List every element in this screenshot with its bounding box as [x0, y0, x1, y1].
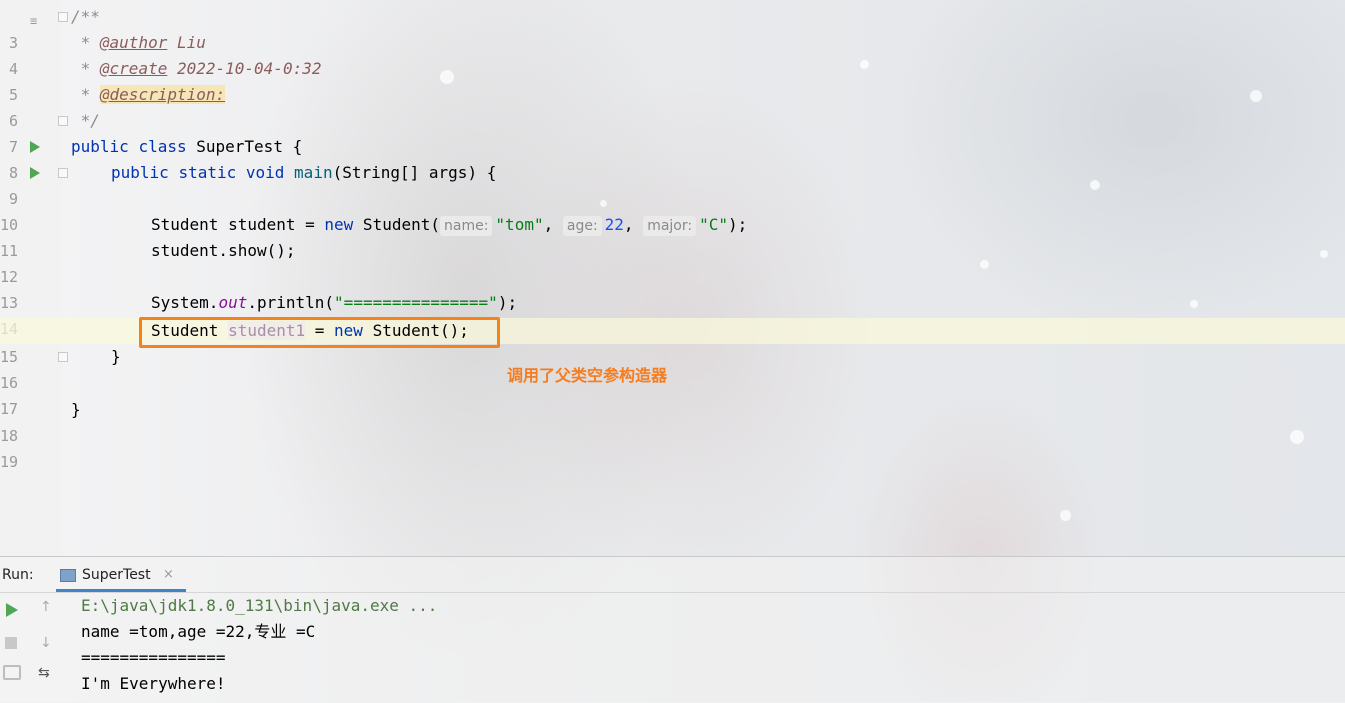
code-text: { [282, 137, 303, 156]
arrow-up-icon[interactable]: ↑ [40, 599, 52, 615]
code-text: .println( [247, 293, 335, 312]
close-icon[interactable]: × [163, 567, 174, 582]
keyword: new [324, 215, 354, 234]
code-line[interactable]: 6 * @description: [0, 82, 1345, 130]
comment-prefix: * [71, 59, 100, 78]
code-line[interactable]: 11 Student student = new Student(name: "t… [0, 212, 1345, 260]
code-text: } [71, 400, 81, 419]
code-line[interactable]: 7 */ [0, 108, 1345, 156]
code-text: ); [728, 215, 748, 234]
line-number: 19 [0, 453, 19, 471]
comment-prefix: * [71, 85, 100, 104]
code-line[interactable]: 3 ≡ /** [0, 4, 1345, 52]
fold-icon[interactable] [58, 168, 68, 178]
javadoc-tag: @author [99, 33, 168, 52]
console-icon [60, 569, 76, 582]
run-tab-supertest[interactable]: SuperTest × [56, 561, 186, 592]
code-line[interactable]: 17 [0, 370, 1345, 418]
code-text: */ [71, 111, 100, 130]
javadoc-value: 2022-10-04-0:32 [167, 59, 322, 78]
run-toolbar: ↑ ↓ ⇆ [0, 593, 62, 703]
code-text: ); [497, 293, 518, 312]
javadoc-tag: @description: [99, 85, 226, 104]
code-line[interactable]: 5 * @create 2022-10-04-0:32 [0, 56, 1345, 104]
code-line[interactable]: 19 [0, 423, 1345, 471]
code-text: } [111, 347, 121, 366]
class-name: SuperTest [196, 137, 283, 156]
code-line[interactable]: 9 public static void main(String[] args)… [0, 160, 1345, 208]
string-literal: "C" [699, 215, 728, 234]
tab-label: SuperTest [82, 567, 151, 583]
console-line: I'm Everywhere! [81, 674, 226, 693]
run-arrow-icon[interactable] [30, 141, 40, 153]
code-text: Student student = [151, 215, 325, 234]
static-field: out [218, 293, 248, 312]
keyword: public [71, 137, 129, 156]
keyword: class [138, 137, 187, 156]
parameter-hint: name: [440, 216, 493, 236]
code-line[interactable]: 4 * @author Liu [0, 30, 1345, 78]
run-arrow-icon[interactable] [30, 167, 40, 179]
fold-icon[interactable] [58, 352, 68, 362]
fold-icon[interactable] [58, 116, 68, 126]
javadoc-value: Liu [167, 33, 206, 52]
code-text: (String[] args) { [332, 163, 497, 182]
string-literal: "===============" [334, 293, 498, 312]
annotation-text: 调用了父类空参构造器 [507, 366, 668, 385]
code-text: Student( [353, 215, 440, 234]
string-literal: "tom" [495, 215, 544, 234]
soft-wrap-icon[interactable]: ⇆ [38, 665, 50, 681]
code-line[interactable]: 8 public class SuperTest { [0, 134, 1345, 182]
code-text: /** [71, 7, 100, 26]
highlight-frame [139, 317, 500, 348]
code-text: , [623, 215, 644, 234]
code-line[interactable]: 14 System.out.println("===============")… [0, 290, 1345, 338]
run-label: Run: [2, 567, 34, 583]
parameter-hint: major: [643, 216, 697, 236]
stop-icon[interactable] [5, 637, 17, 649]
code-text: student.show(); [151, 241, 296, 260]
number-literal: 22 [604, 215, 624, 234]
run-panel: Run: SuperTest × ↑ ↓ ⇆ E:\java\jdk1.8.0_… [0, 556, 1345, 703]
console-line: name =tom,age =22,专业 =C [81, 622, 316, 641]
comment-prefix: * [71, 33, 100, 52]
code-line[interactable]: 18 } [0, 397, 1345, 445]
play-icon[interactable] [6, 603, 18, 617]
arrow-down-icon[interactable]: ↓ [40, 635, 52, 651]
code-text: System. [151, 293, 219, 312]
code-line[interactable]: 10 [0, 186, 1345, 234]
keyword: static [178, 163, 237, 182]
console-line: E:\java\jdk1.8.0_131\bin\java.exe ... [81, 596, 438, 615]
camera-icon[interactable] [3, 665, 21, 680]
fold-icon[interactable] [58, 12, 68, 22]
run-header: Run: SuperTest × [0, 557, 1345, 593]
keyword: public [111, 163, 169, 182]
javadoc-tag: @create [99, 59, 168, 78]
parameter-hint: age: [562, 216, 602, 236]
code-text: , [543, 215, 563, 234]
code-editor[interactable]: 3 ≡ /** 4 * @author Liu 5 * @create 2022… [0, 0, 1345, 556]
keyword: void [245, 163, 285, 182]
code-line[interactable]: 13 [0, 264, 1345, 312]
code-line[interactable]: 12 student.show(); [0, 238, 1345, 286]
console-line: =============== [81, 648, 226, 667]
method-name: main [294, 163, 333, 182]
